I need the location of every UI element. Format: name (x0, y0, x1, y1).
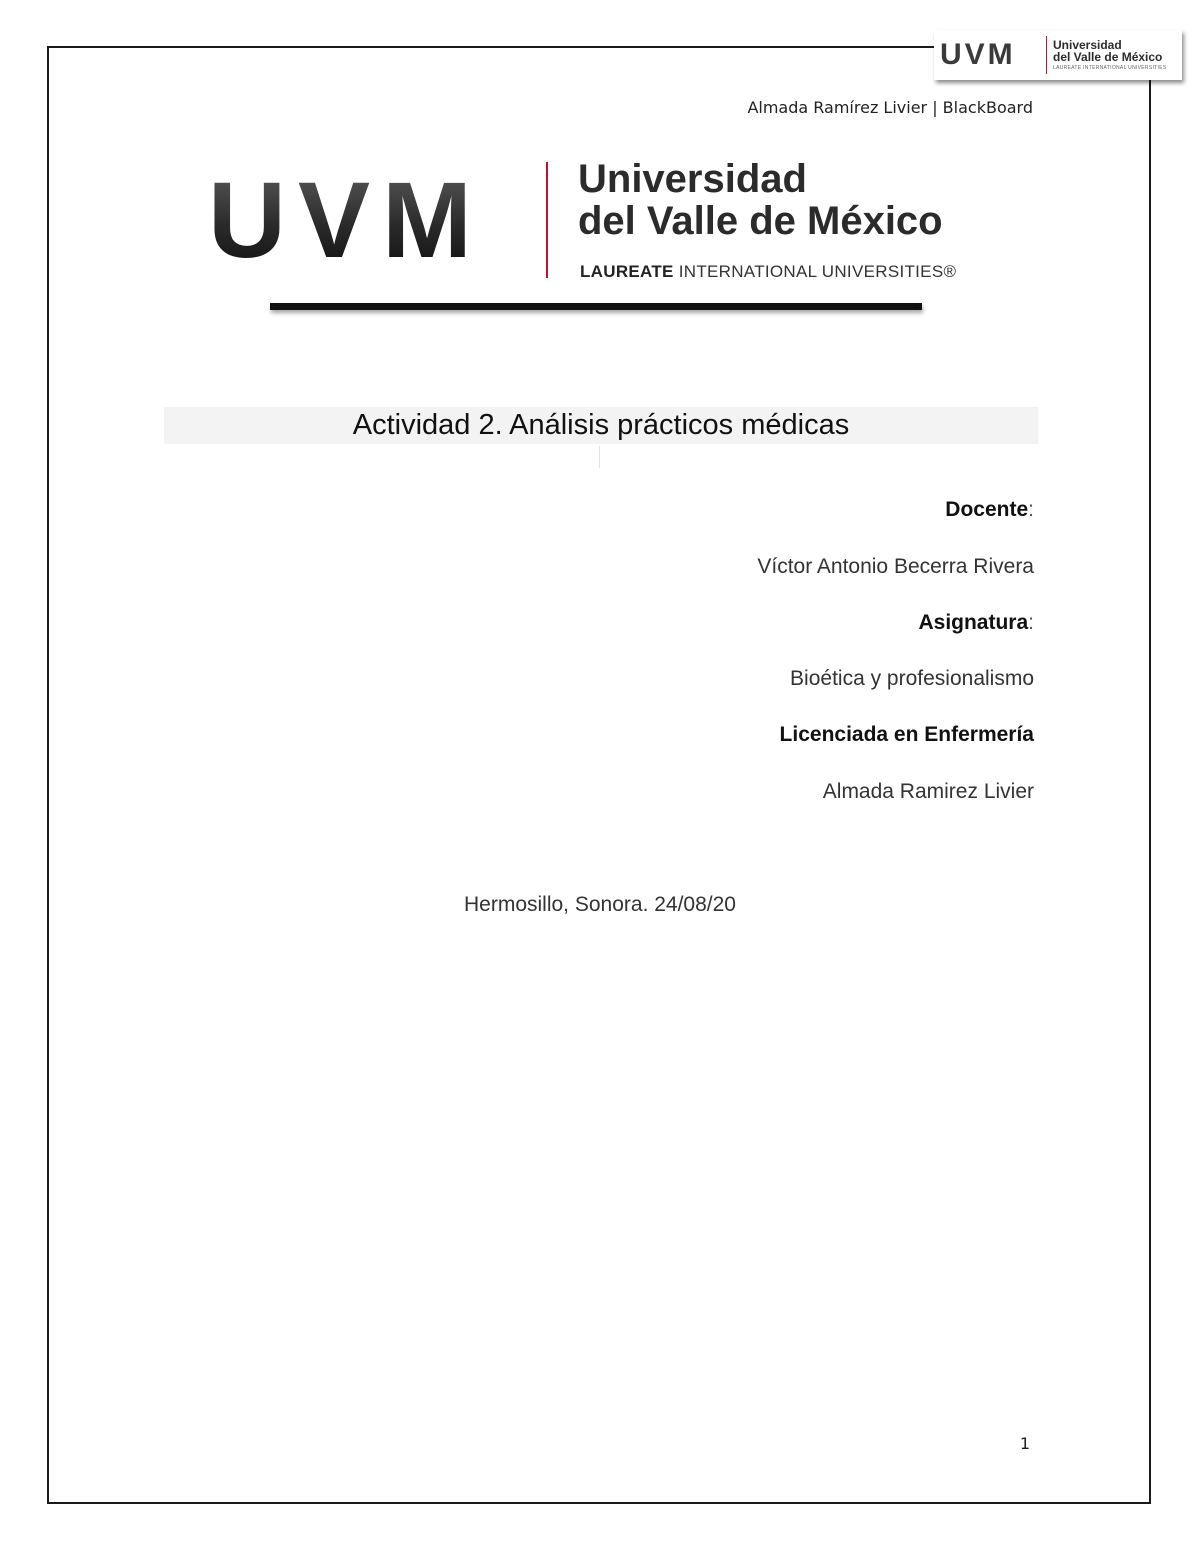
main-logo-laureate: LAUREATE INTERNATIONAL UNIVERSITIES® (580, 262, 956, 282)
title-band: Actividad 2. Análisis prácticos médicas (164, 407, 1038, 444)
main-logo-name-line2: del Valle de México (578, 199, 943, 243)
asignatura-value: Bioética y profesionalismo (790, 667, 1034, 690)
main-logo-name-line1: Universidad (578, 157, 807, 201)
carrera-label-row: Licenciada en Enfermería (780, 723, 1034, 747)
main-uvm-logo: UVM Universidad del Valle de México LAUR… (208, 158, 978, 288)
corner-logo-line2: del Valle de México (1053, 50, 1163, 65)
main-logo-separator (546, 162, 548, 278)
title-divider-tick (599, 446, 600, 468)
corner-uvm-logo: UVM Universidad del Valle de México LAUR… (934, 30, 1182, 80)
corner-logo-mark: UVM (940, 38, 1016, 71)
docente-label: Docente (945, 498, 1029, 521)
docente-label-row: Docente: (945, 498, 1034, 522)
alumna-value: Almada Ramirez Livier (822, 780, 1034, 803)
carrera-label: Licenciada en Enfermería (779, 723, 1034, 746)
docente-colon: : (1028, 498, 1034, 521)
asignatura-label: Asignatura (918, 611, 1029, 634)
page-number: 1 (1019, 1434, 1030, 1453)
main-logo-laureate-rest: INTERNATIONAL UNIVERSITIES® (678, 262, 957, 281)
logo-underline-rule (270, 303, 922, 310)
corner-logo-text: Universidad del Valle de México LAUREATE… (1053, 39, 1166, 71)
asignatura-colon: : (1028, 611, 1034, 634)
document-title: Actividad 2. Análisis prácticos médicas (352, 409, 850, 441)
asignatura-label-row: Asignatura: (918, 611, 1034, 635)
corner-logo-separator (1046, 36, 1047, 74)
place-and-date: Hermosillo, Sonora. 24/08/20 (464, 893, 736, 916)
page-header: Almada Ramírez Livier | BlackBoard (747, 98, 1033, 117)
main-logo-university-name: Universidad del Valle de México (578, 158, 943, 242)
main-logo-laureate-bold: LAUREATE (580, 262, 674, 281)
corner-logo-line3: LAUREATE INTERNATIONAL UNIVERSITIES (1053, 64, 1167, 71)
main-logo-mark: UVM (208, 159, 484, 280)
docente-value: Víctor Antonio Becerra Rivera (757, 555, 1034, 578)
